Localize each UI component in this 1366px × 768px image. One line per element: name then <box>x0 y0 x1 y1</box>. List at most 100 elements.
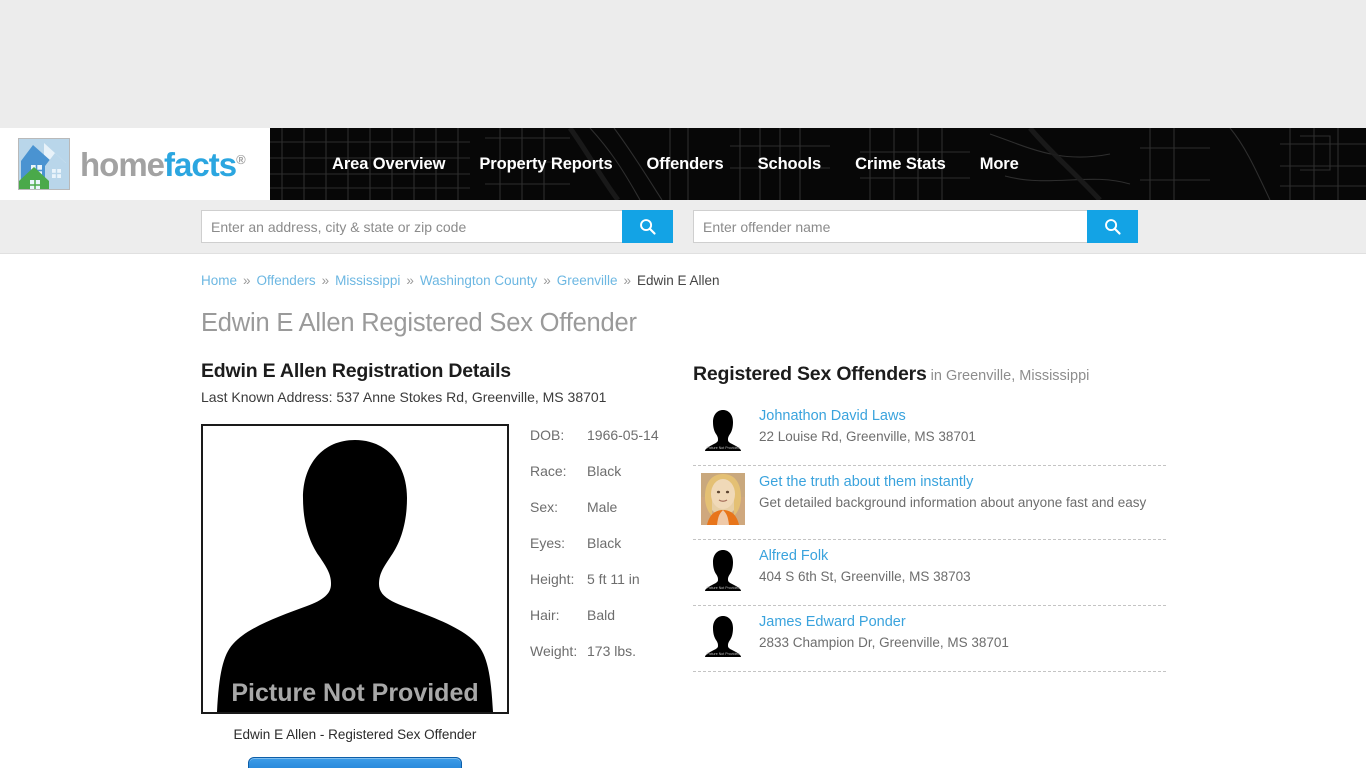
svg-text:Picture Not Provided: Picture Not Provided <box>707 586 740 590</box>
person-silhouette-icon: Picture Not Provided <box>701 547 745 591</box>
search-icon <box>640 219 656 235</box>
nearby-offenders-title: Registered Sex Offenders <box>693 363 927 385</box>
last-known-address: Last Known Address: 537 Anne Stokes Rd, … <box>201 389 607 405</box>
fact-label: Height: <box>530 571 575 587</box>
breadcrumb-link-mississippi[interactable]: Mississippi <box>335 273 400 288</box>
nav-item-offenders[interactable]: Offenders <box>647 155 724 174</box>
nearby-offenders-heading: Registered Sex Offenders in Greenville, M… <box>693 360 1366 386</box>
detail-wrapper: Picture Not Provided Edwin E Allen - Reg… <box>201 424 693 768</box>
breadcrumb: Home » Offenders » Mississippi » Washington Co… <box>201 254 1366 288</box>
nav-item-schools[interactable]: Schools <box>758 155 822 174</box>
address-search-button[interactable] <box>622 210 673 243</box>
offender-search-input[interactable] <box>693 210 1087 243</box>
fact-label: Hair: <box>530 607 560 623</box>
fact-label: Sex: <box>530 499 559 515</box>
search-icon <box>1105 219 1121 235</box>
brand-trademark: ® <box>236 151 246 167</box>
fact-row-sex: Sex: Male <box>530 499 659 515</box>
fact-label: Weight: <box>530 643 578 659</box>
fact-row-height: Height: 5 ft 11 in <box>530 571 659 587</box>
fact-row-dob: DOB: 1966-05-14 <box>530 427 659 443</box>
nav-item-property-reports[interactable]: Property Reports <box>479 155 612 174</box>
view-criminal-record-button[interactable]: VIEW CRIMINAL RECORD <box>247 757 463 768</box>
list-item[interactable]: Get the truth about them instantly Get d… <box>693 466 1166 540</box>
registration-details-panel: Edwin E Allen Registration Details Last … <box>201 360 693 768</box>
fact-row-eyes: Eyes: Black <box>530 535 659 551</box>
breadcrumb-separator: » <box>543 273 551 288</box>
nav-item-crime-stats[interactable]: Crime Stats <box>855 155 946 174</box>
nearby-offenders-panel: Registered Sex Offenders in Greenville, M… <box>693 360 1366 768</box>
list-item[interactable]: Picture Not Provided Johnathon David Law… <box>693 400 1166 466</box>
photo-column: Picture Not Provided Edwin E Allen - Reg… <box>201 424 509 768</box>
offender-name-link[interactable]: Johnathon David Laws <box>759 408 976 425</box>
site-header: homefacts® Area Overview Property Report… <box>0 128 1366 200</box>
breadcrumb-link-home[interactable]: Home <box>201 273 237 288</box>
offender-photo: Picture Not Provided <box>201 424 509 714</box>
offender-facts-table: DOB: 1966-05-14 Race: Black Sex: Male Ey… <box>509 424 659 768</box>
brand-logo[interactable]: homefacts® <box>0 128 270 200</box>
offender-search-group <box>693 210 1138 243</box>
nav-item-more[interactable]: More <box>980 155 1019 174</box>
brand-home-text: home <box>80 145 165 183</box>
fact-value: 5 ft 11 in <box>587 571 640 587</box>
offender-address: 22 Louise Rd, Greenville, MS 38701 <box>759 428 976 444</box>
list-item-body: James Edward Ponder 2833 Champion Dr, Gr… <box>745 613 1009 650</box>
brand-facts-text: facts <box>164 145 237 183</box>
offender-search-button[interactable] <box>1087 210 1138 243</box>
address-search-group <box>201 210 673 243</box>
sponsored-link[interactable]: Get the truth about them instantly <box>759 474 1146 491</box>
person-silhouette-icon: Picture Not Provided <box>203 426 507 712</box>
content-columns: Edwin E Allen Registration Details Last … <box>201 360 1366 768</box>
fact-row-race: Race: Black <box>530 463 659 479</box>
registration-details-heading: Edwin E Allen Registration Details <box>201 360 511 382</box>
list-item-body: Alfred Folk 404 S 6th St, Greenville, MS… <box>745 547 971 584</box>
fact-value: 1966-05-14 <box>587 427 659 443</box>
offender-address: 2833 Champion Dr, Greenville, MS 38701 <box>759 634 1009 650</box>
person-silhouette-icon: Picture Not Provided <box>701 613 745 657</box>
svg-text:Picture Not Provided: Picture Not Provided <box>707 652 740 656</box>
list-item-body: Johnathon David Laws 22 Louise Rd, Green… <box>745 407 976 444</box>
page-content: Home » Offenders » Mississippi » Washington Co… <box>0 254 1366 768</box>
person-silhouette-icon: Picture Not Provided <box>701 407 745 451</box>
main-navigation: Area Overview Property Reports Offenders… <box>270 128 1366 200</box>
offender-address: 404 S 6th St, Greenville, MS 38703 <box>759 568 971 584</box>
breadcrumb-separator: » <box>623 273 632 288</box>
brand-wordmark: homefacts® <box>80 145 246 183</box>
nearby-offenders-location: in Greenville, Mississippi <box>930 368 1090 384</box>
breadcrumb-separator: » <box>321 273 330 288</box>
offender-name-link[interactable]: James Edward Ponder <box>759 614 1009 631</box>
svg-text:Picture Not Provided: Picture Not Provided <box>707 446 740 450</box>
nav-links: Area Overview Property Reports Offenders… <box>270 128 1366 200</box>
nav-item-area-overview[interactable]: Area Overview <box>332 155 445 174</box>
fact-label: DOB: <box>530 427 565 443</box>
woman-photo-icon <box>701 473 745 525</box>
nearby-offenders-list: Picture Not Provided Johnathon David Law… <box>693 400 1166 672</box>
search-bar <box>0 200 1366 254</box>
fact-row-hair: Hair: Bald <box>530 607 659 623</box>
fact-value: Bald <box>587 607 616 623</box>
list-item[interactable]: Picture Not Provided James Edward Ponder… <box>693 606 1166 672</box>
breadcrumb-separator: » <box>406 273 414 288</box>
page-title: Edwin E Allen Registered Sex Offender <box>201 309 637 337</box>
picture-not-provided-label: Picture Not Provided <box>231 679 478 707</box>
offender-name-link[interactable]: Alfred Folk <box>759 548 971 565</box>
photo-caption: Edwin E Allen - Registered Sex Offender <box>233 727 477 742</box>
fact-label: Eyes: <box>530 535 566 551</box>
fact-label: Race: <box>530 463 567 479</box>
breadcrumb-link-offenders[interactable]: Offenders <box>257 273 316 288</box>
fact-value: Black <box>587 463 622 479</box>
criminal-record-button-row: VIEW CRIMINAL RECORD <box>201 757 509 768</box>
list-item[interactable]: Picture Not Provided Alfred Folk 404 S 6… <box>693 540 1166 606</box>
list-item-body: Get the truth about them instantly Get d… <box>745 473 1146 510</box>
top-ad-banner <box>0 0 1366 128</box>
fact-value: Male <box>587 499 618 515</box>
breadcrumb-current: Edwin E Allen <box>637 273 720 288</box>
address-search-input[interactable] <box>201 210 622 243</box>
fact-value: Black <box>587 535 622 551</box>
houses-logo-icon <box>18 138 70 190</box>
fact-row-weight: Weight: 173 lbs. <box>530 643 659 659</box>
fact-value: 173 lbs. <box>587 643 637 659</box>
sponsored-description: Get detailed background information abou… <box>759 494 1147 510</box>
breadcrumb-link-washington-county[interactable]: Washington County <box>420 273 537 288</box>
breadcrumb-link-greenville[interactable]: Greenville <box>557 273 618 288</box>
